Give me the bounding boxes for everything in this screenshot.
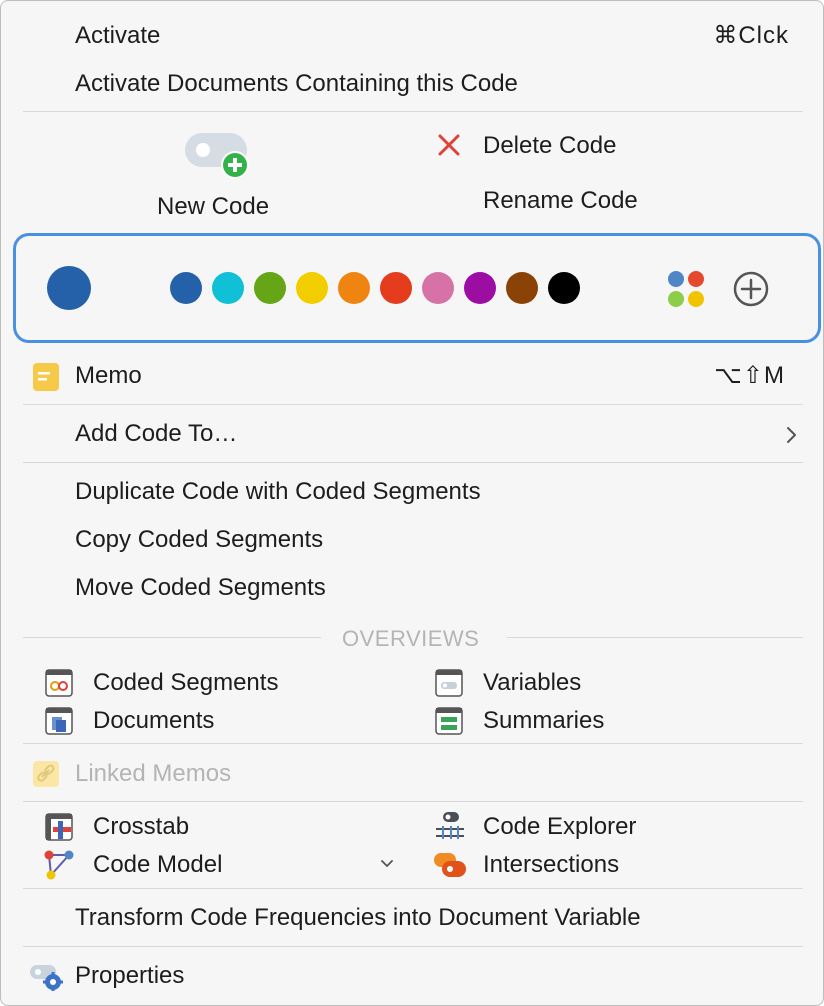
separator <box>23 111 803 112</box>
separator <box>23 404 803 405</box>
chevron-right-icon <box>787 427 796 443</box>
new-code-button[interactable]: New Code <box>141 123 301 227</box>
menu-item-properties[interactable]: Properties <box>1 957 823 995</box>
separator <box>23 946 803 947</box>
rename-code-button[interactable]: Rename Code <box>421 183 721 221</box>
color-swatch[interactable] <box>548 272 580 304</box>
delete-x-icon <box>438 134 460 156</box>
memo-label: Memo <box>75 362 142 389</box>
color-swatch[interactable] <box>212 272 244 304</box>
code-model-icon <box>44 850 74 880</box>
activate-documents-label: Activate Documents Containing this Code <box>75 70 518 97</box>
separator <box>23 637 321 638</box>
duplicate-code-label: Duplicate Code with Coded Segments <box>75 478 481 505</box>
coded-segments-icon <box>45 669 73 697</box>
linked-memos-label: Linked Memos <box>75 760 232 787</box>
variables-label: Variables <box>483 669 582 696</box>
documents-icon <box>45 707 73 735</box>
menu-item-coded-segments[interactable]: Coded Segments <box>1 665 401 701</box>
move-segments-label: Move Coded Segments <box>75 574 326 601</box>
menu-item-move-segments[interactable]: Move Coded Segments <box>1 571 823 607</box>
properties-gear-icon <box>30 965 63 991</box>
code-explorer-label: Code Explorer <box>483 813 637 840</box>
new-code-label: New Code <box>157 193 270 220</box>
separator <box>23 801 803 802</box>
code-explorer-icon <box>436 812 464 839</box>
menu-item-activate-documents[interactable]: Activate Documents Containing this Code <box>1 67 823 103</box>
coded-segments-label: Coded Segments <box>93 669 279 696</box>
activate-shortcut: ⌘Clck <box>713 22 789 49</box>
delete-code-button[interactable]: Delete Code <box>421 127 721 165</box>
add-code-to-label: Add Code To… <box>75 420 238 447</box>
menu-item-variables[interactable]: Variables <box>421 665 821 701</box>
summaries-label: Summaries <box>483 707 605 734</box>
color-swatch[interactable] <box>422 272 454 304</box>
menu-item-activate[interactable]: Activate ⌘Clck <box>1 19 823 55</box>
menu-item-crosstab[interactable]: Crosstab <box>1 809 401 845</box>
menu-item-copy-segments[interactable]: Copy Coded Segments <box>1 523 823 559</box>
chevron-down-icon[interactable] <box>380 859 394 869</box>
menu-item-summaries[interactable]: Summaries <box>421 703 821 739</box>
separator <box>507 637 803 638</box>
separator <box>23 743 803 744</box>
color-swatch[interactable] <box>506 272 538 304</box>
color-swatch[interactable] <box>170 272 202 304</box>
separator <box>23 888 803 889</box>
color-swatch[interactable] <box>296 272 328 304</box>
copy-segments-label: Copy Coded Segments <box>75 526 324 553</box>
crosstab-icon <box>45 813 73 841</box>
rename-code-label: Rename Code <box>483 187 638 214</box>
intersections-icon <box>434 853 466 877</box>
menu-item-code-model[interactable]: Code Model <box>1 847 411 883</box>
menu-item-documents[interactable]: Documents <box>1 703 401 739</box>
color-swatch[interactable] <box>380 272 412 304</box>
code-model-label: Code Model <box>93 851 223 878</box>
menu-item-memo[interactable]: Memo ⌥⇧M <box>1 357 823 397</box>
documents-label: Documents <box>93 707 215 734</box>
code-context-menu: Activate ⌘Clck Activate Documents Contai… <box>0 0 824 1006</box>
delete-code-label: Delete Code <box>483 132 617 159</box>
menu-item-duplicate-code[interactable]: Duplicate Code with Coded Segments <box>1 475 823 511</box>
activate-label: Activate <box>75 22 161 49</box>
variables-icon <box>435 669 463 697</box>
menu-item-add-code-to[interactable]: Add Code To… <box>1 415 823 455</box>
menu-item-intersections[interactable]: Intersections <box>421 847 821 883</box>
overviews-header: OVERVIEWS <box>342 626 480 651</box>
properties-label: Properties <box>75 962 185 989</box>
menu-item-code-explorer[interactable]: Code Explorer <box>421 809 821 845</box>
color-swatch[interactable] <box>254 272 286 304</box>
transform-frequencies-label: Transform Code Frequencies into Document… <box>75 904 641 931</box>
menu-item-transform-frequencies[interactable]: Transform Code Frequencies into Document… <box>1 899 823 937</box>
separator <box>23 462 803 463</box>
linked-memo-icon <box>33 761 59 787</box>
current-color-swatch <box>47 266 91 310</box>
new-code-icon <box>185 133 249 179</box>
memo-icon <box>33 363 59 391</box>
summaries-icon <box>435 707 463 735</box>
color-swatch[interactable] <box>338 272 370 304</box>
color-wheel-icon[interactable] <box>666 269 706 309</box>
add-color-icon[interactable] <box>732 270 770 308</box>
crosstab-label: Crosstab <box>93 813 190 840</box>
color-picker-panel <box>13 233 821 343</box>
memo-shortcut: ⌥⇧M <box>714 362 785 389</box>
menu-item-linked-memos[interactable]: Linked Memos <box>1 755 823 793</box>
intersections-label: Intersections <box>483 851 620 878</box>
color-swatch[interactable] <box>464 272 496 304</box>
